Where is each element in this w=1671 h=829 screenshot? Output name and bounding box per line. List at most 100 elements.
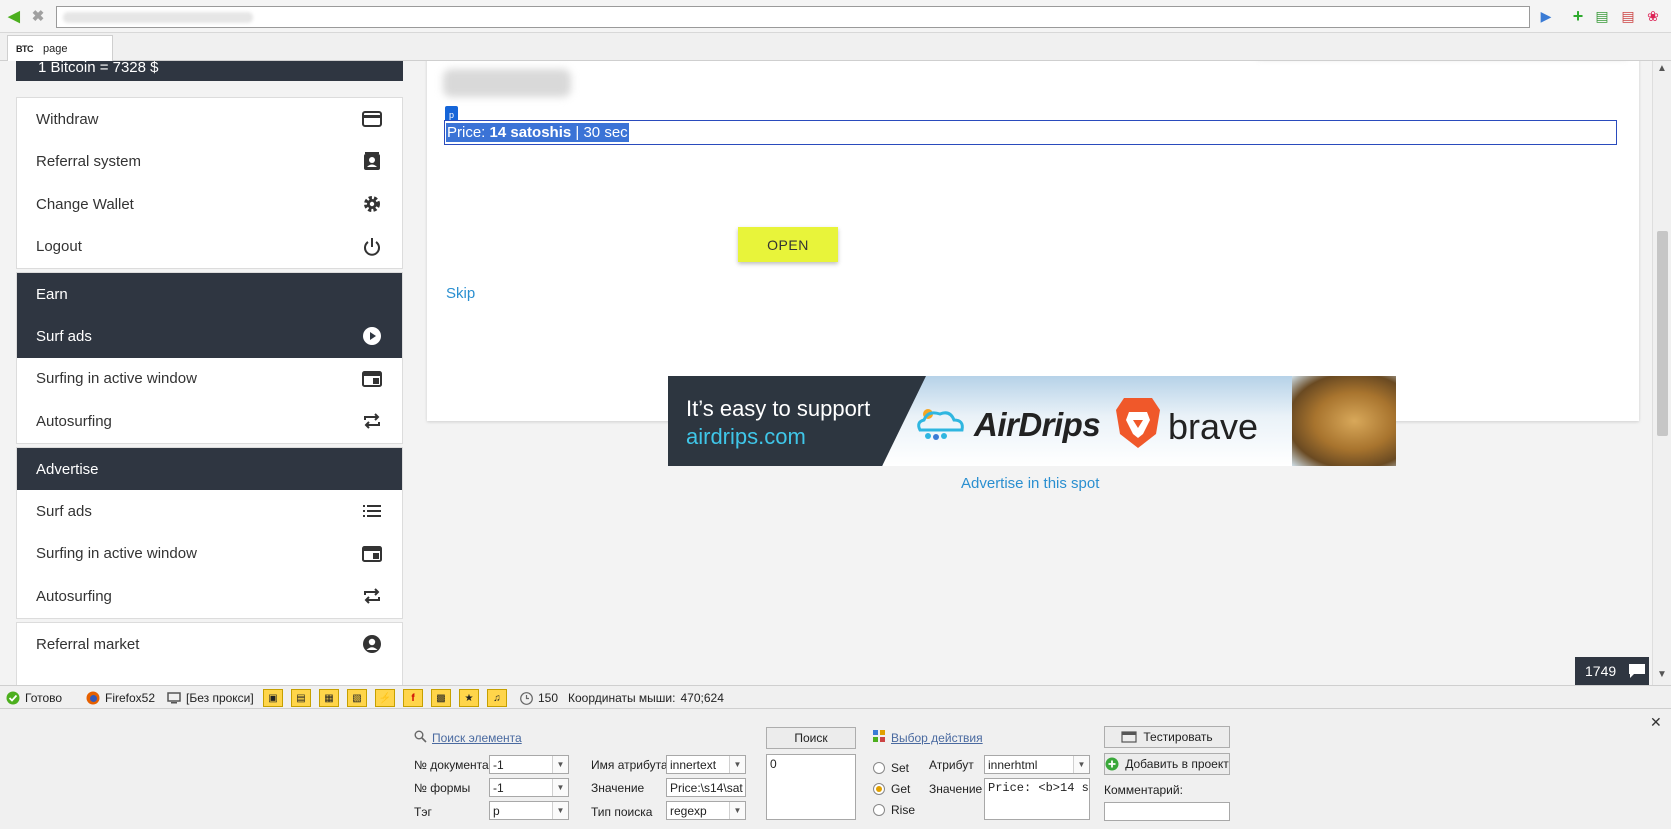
element-inspector-panel: Поиск элемента № документа -1 ▼ № формы -… [0,709,1671,829]
search-type-label: Тип поиска [591,805,653,819]
tag-field[interactable]: p ▼ [489,801,569,820]
radio-get-dot [873,783,885,795]
sidebar-item-referral-market[interactable]: Referral market [17,623,402,666]
sidebar-item-withdraw[interactable]: Withdraw [17,98,402,141]
window-icon [1121,731,1137,743]
status-bar: Готово Firefox52 [Без прокси] ▣ ▤ ▦ ▧ ⚡ … [0,685,1671,709]
scrollbar-thumb[interactable] [1657,231,1668,436]
counter-value: 1749 [1585,663,1617,679]
select-toggle-icon[interactable]: ▦ [319,689,339,707]
form-number-field[interactable]: -1 ▼ [489,778,569,797]
lion-photo [1292,376,1396,466]
price-text: Price: 14 satoshis | 30 sec [446,123,629,142]
frames-toggle-icon[interactable]: ▤ [291,689,311,707]
search-result-list[interactable]: 0 [766,754,856,820]
sidebar-item-earn-active-window[interactable]: Surfing in active window [17,358,402,401]
search-icon [414,730,427,743]
tab-page[interactable]: BTC page [7,35,113,62]
contact-card-icon [362,151,382,172]
sidebar-item-adv-surf-ads[interactable]: Surf ads [17,490,402,533]
attr-name-field[interactable]: innertext ▼ [666,755,746,774]
brave-brand: brave [1168,406,1259,447]
test-button[interactable]: Тестировать [1104,726,1230,748]
advertise-header: Advertise [17,448,402,490]
sidebar-item-adv-active-window[interactable]: Surfing in active window [17,533,402,576]
online-counter-badge[interactable]: 1749 [1575,657,1649,685]
radio-rise[interactable]: Rise [873,803,915,817]
notes-icon[interactable]: ▤ [1592,6,1612,26]
advertise-spot-link[interactable]: Advertise in this spot [961,475,1099,492]
add-to-project-button[interactable]: Добавить в проект [1104,753,1230,775]
image-toggle-icon[interactable]: ▣ [263,689,283,707]
sidebar-item-logout[interactable]: Logout [17,226,402,269]
open-button[interactable]: OPEN [738,227,838,262]
sidebar-item-referral-system[interactable]: Referral system [17,141,402,184]
price-line-highlight[interactable]: Price: 14 satoshis | 30 sec [444,120,1617,145]
cookie-icon[interactable]: ❀ [1643,6,1663,26]
banner-line1: It’s easy to support [686,396,871,421]
page-viewport: 1 Bitcoin = 7328 $ Withdraw Referral sys… [0,61,1652,685]
sidebar-item-adv-autosurfing[interactable]: Autosurfing [17,575,402,618]
browser-window: ◀ ✖ ▶ + ▤ ▤ ❀ BTC page 1 Bitcoin = 7328 … [0,0,1671,829]
sidebar-item-earn-surf-ads[interactable]: Surf ads [17,315,402,358]
status-mouse-coords: Координаты мыши: 470;624 [568,691,724,705]
popup-toggle-icon[interactable]: ★ [459,689,479,707]
go-play-icon[interactable]: ▶ [1536,6,1556,26]
search-element-link[interactable]: Поиск элемента [432,731,522,745]
action-grid-icon [873,730,885,742]
chevron-down-icon[interactable]: ▼ [729,802,745,819]
css-toggle-icon[interactable]: ▧ [347,689,367,707]
stop-icon[interactable]: ✖ [28,6,48,26]
back-arrow-icon[interactable]: ◀ [4,6,24,26]
blurred-ad-title [443,69,571,97]
select-action-link[interactable]: Выбор действия [891,731,983,745]
airdrips-brand: AirDrips [974,406,1101,443]
search-type-field[interactable]: regexp ▼ [666,801,746,820]
earn-menu: Earn Surf ads Surfing in active window A… [16,272,403,444]
result-value-field[interactable]: Price: <b>14 sa [984,778,1090,820]
repeat-icon [362,586,382,606]
sound-toggle-icon[interactable]: ♫ [487,689,507,707]
script-toggle-icon[interactable]: ⚡ [375,689,395,707]
check-circle-icon [6,691,20,705]
attribute-field[interactable]: innerhtml ▼ [984,755,1090,774]
add-plus-icon[interactable]: + [1568,6,1588,26]
scroll-down-arrow-icon[interactable]: ▼ [1657,669,1667,680]
radio-set[interactable]: Set [873,761,909,775]
chevron-down-icon[interactable]: ▼ [552,802,568,819]
close-icon[interactable]: ✕ [1650,714,1662,731]
firefox-icon [86,691,100,705]
flash-toggle-icon[interactable]: f [403,689,423,707]
play-icon [362,326,382,346]
bitcoin-price-bar: 1 Bitcoin = 7328 $ [16,61,403,81]
sidebar-item-change-wallet[interactable]: Change Wallet [17,183,402,226]
chevron-down-icon[interactable]: ▼ [552,779,568,796]
blurred-url [63,12,253,23]
gear-icon [362,194,382,214]
chevron-down-icon[interactable]: ▼ [552,756,568,773]
doc-number-field[interactable]: -1 ▼ [489,755,569,774]
ad-banner[interactable]: It’s easy to support airdrips.com AirDri… [668,376,1396,466]
skip-link[interactable]: Skip [446,285,475,302]
vertical-scrollbar[interactable]: ▲ ▼ [1652,61,1671,685]
doc-label: № документа [414,758,489,772]
address-bar[interactable] [56,6,1530,28]
radio-get[interactable]: Get [873,782,910,796]
search-button[interactable]: Поиск [766,727,856,749]
tab-title: page [43,43,68,55]
sidebar-item-earn-autosurfing[interactable]: Autosurfing [17,400,402,443]
database-icon[interactable]: ▤ [1618,6,1638,26]
comment-field[interactable] [1104,802,1230,821]
chevron-down-icon[interactable]: ▼ [729,756,745,773]
value-field[interactable]: Price:\s14\sat [666,778,746,797]
plugins-toggle-icon[interactable]: ▩ [431,689,451,707]
advertise-menu: Advertise Surf ads Surfing in active win… [16,447,403,619]
scroll-up-arrow-icon[interactable]: ▲ [1657,63,1667,74]
status-proxy[interactable]: [Без прокси] [167,691,254,705]
attr-name-label: Имя атрибута [591,758,668,772]
radio-rise-dot [873,804,885,816]
value-label: Значение [591,781,645,795]
user-icon [362,634,382,654]
monitor-icon [167,692,181,704]
chevron-down-icon[interactable]: ▼ [1073,756,1089,773]
